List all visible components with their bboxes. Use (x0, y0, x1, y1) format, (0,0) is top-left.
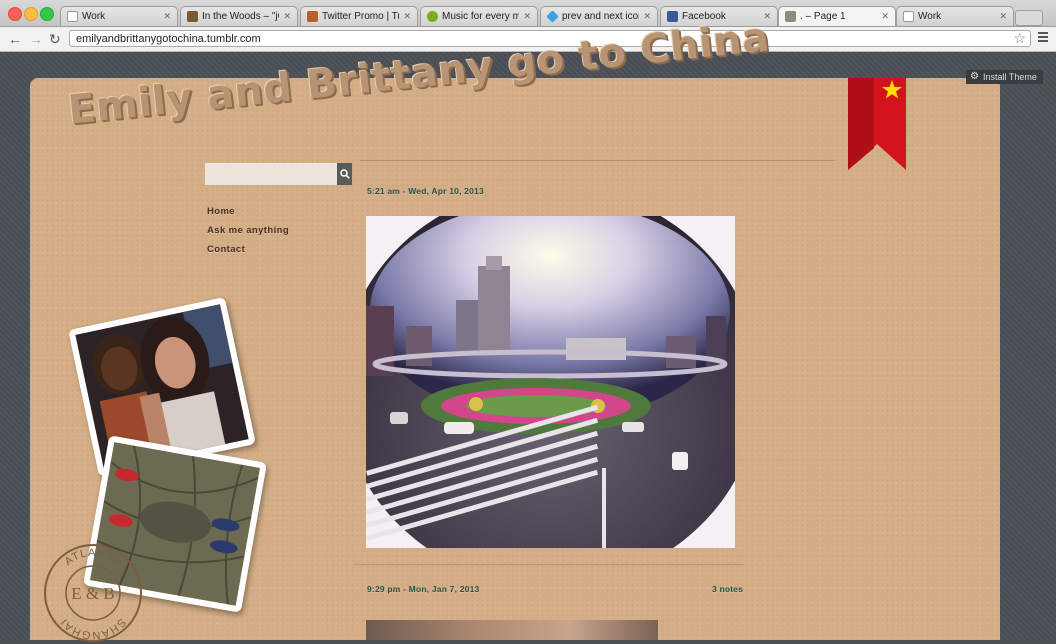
post-photo-fisheye-city[interactable] (366, 216, 735, 548)
tab-title: prev and next icons (562, 11, 639, 22)
post-timestamp[interactable]: 9:29 pm - Mon, Jan 7, 2013 (367, 584, 479, 594)
tab-page-1[interactable]: . – Page 1 ✕ (778, 6, 896, 26)
forward-arrow-icon[interactable]: → (29, 30, 43, 48)
tab-title: In the Woods – "jQu (202, 11, 279, 22)
document-icon (903, 11, 914, 22)
new-tab-button[interactable] (1015, 10, 1043, 26)
facebook-icon (667, 11, 678, 22)
title-divider (360, 160, 835, 161)
tab-twitter-promo[interactable]: Twitter Promo | Tum ✕ (300, 6, 418, 26)
nav-contact-link[interactable]: Contact (207, 244, 245, 255)
site-icon (187, 11, 198, 22)
tab-close-icon[interactable]: ✕ (163, 11, 171, 22)
stamp-center-text: E & B (71, 584, 114, 603)
tab-work[interactable]: Work ✕ (60, 6, 178, 26)
tab-close-icon[interactable]: ✕ (643, 11, 651, 22)
tab-close-icon[interactable]: ✕ (283, 11, 291, 22)
post-divider (354, 564, 744, 565)
city-photo-image (366, 216, 735, 548)
search-input[interactable] (205, 163, 337, 185)
music-icon (427, 11, 438, 22)
tab-prev-next-icons[interactable]: prev and next icons ✕ (540, 6, 658, 26)
tab-close-icon[interactable]: ✕ (999, 11, 1007, 22)
tab-title: . – Page 1 (800, 11, 846, 22)
tab-close-icon[interactable]: ✕ (523, 11, 531, 22)
nav-home-link[interactable]: Home (207, 206, 235, 217)
tab-title: Work (82, 11, 106, 22)
atlanta-shanghai-stamp-icon: ATLANTA SHANGHAI E & B (44, 544, 142, 642)
tab-strip: Work ✕ In the Woods – "jQu ✕ Twitter Pro… (0, 0, 1056, 27)
tab-in-the-woods[interactable]: In the Woods – "jQu ✕ (180, 6, 298, 26)
minimize-window-button[interactable] (24, 7, 38, 21)
install-theme-button[interactable]: ⚙ Install Theme (966, 70, 1043, 84)
hamburger-menu-icon[interactable] (1038, 32, 1048, 44)
tab-title: Work (918, 11, 942, 22)
post-timestamp[interactable]: 5:21 am - Wed, Apr 10, 2013 (367, 186, 484, 196)
address-url: emilyandbrittanygotochina.tumblr.com (76, 33, 261, 45)
reload-icon[interactable]: ↻ (49, 30, 61, 48)
site-icon (307, 11, 318, 22)
tab-music[interactable]: Music for every mom ✕ (420, 6, 538, 26)
site-icon (785, 11, 796, 22)
install-theme-label: Install Theme (982, 72, 1037, 82)
bookmark-star-icon[interactable]: ☆ (1013, 30, 1026, 47)
close-window-button[interactable] (8, 7, 22, 21)
search-icon (339, 169, 350, 179)
tab-close-icon[interactable]: ✕ (403, 11, 411, 22)
gear-icon: ⚙ (970, 71, 979, 82)
document-icon (67, 11, 78, 22)
back-arrow-icon[interactable]: ← (8, 30, 22, 48)
search-button[interactable] (337, 163, 352, 185)
tab-close-icon[interactable]: ✕ (881, 11, 889, 22)
tab-title: Music for every mom (442, 11, 519, 22)
nav-ask-link[interactable]: Ask me anything (207, 225, 289, 236)
tab-title: Twitter Promo | Tum (322, 11, 399, 22)
tab-work-2[interactable]: Work ✕ (896, 6, 1014, 26)
zoom-window-button[interactable] (40, 7, 54, 21)
diamond-icon (546, 10, 559, 23)
china-flag-ribbon-icon (848, 78, 906, 170)
post-photo-partial[interactable] (366, 620, 658, 640)
post-notes-count[interactable]: 3 notes (712, 584, 743, 594)
